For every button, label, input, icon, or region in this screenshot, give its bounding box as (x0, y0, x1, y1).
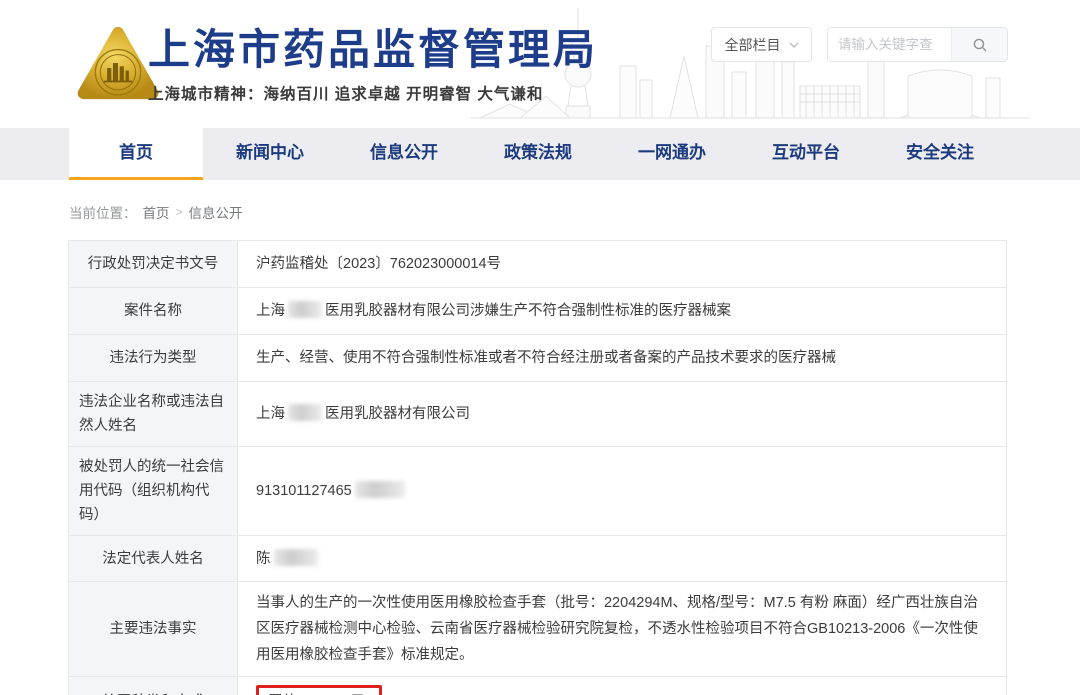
main-nav: 首页 新闻中心 信息公开 政策法规 一网通办 互动平台 安全关注 (0, 128, 1080, 180)
breadcrumb-prefix: 当前位置： (69, 202, 137, 222)
table-row-company-name: 违法企业名称或违法自然人姓名 上海医用乳胶器材有限公司 (69, 382, 1006, 447)
table-row-case-name: 案件名称 上海医用乳胶器材有限公司涉嫌生产不符合强制性标准的医疗器械案 (69, 288, 1006, 335)
site-title-block: 上海市药品监督管理局 上海城市精神：海纳百川 追求卓越 开明睿智 大气谦和 (148, 26, 598, 104)
breadcrumb-separator: > (176, 205, 183, 219)
penalty-detail-table: 行政处罚决定书文号 沪药监稽处〔2023〕762023000014号 案件名称 … (68, 240, 1007, 695)
table-row-penalty-type: 处罚种类和方式 ,罚款(599500元) (69, 677, 1006, 695)
nav-item-home[interactable]: 首页 (69, 128, 203, 180)
redaction-blur (355, 481, 405, 498)
row-label: 处罚种类和方式 (69, 677, 238, 695)
category-dropdown-label: 全部栏目 (725, 35, 781, 55)
row-label: 主要违法事实 (69, 582, 238, 676)
search-box (827, 27, 1008, 62)
redaction-blur (288, 404, 322, 421)
nav-item-online-services[interactable]: 一网通办 (605, 128, 739, 180)
row-label: 违法行为类型 (69, 335, 238, 381)
site-header: 上海市药品监督管理局 上海城市精神：海纳百川 追求卓越 开明睿智 大气谦和 全部… (0, 0, 1080, 128)
row-value: 当事人的生产的一次性使用医用橡胶检查手套（批号：2204294M、规格/型号：M… (238, 582, 1006, 676)
nav-item-interaction[interactable]: 互动平台 (739, 128, 873, 180)
chevron-down-icon (789, 40, 799, 50)
row-value: 沪药监稽处〔2023〕762023000014号 (238, 241, 1006, 287)
page: 上海市药品监督管理局 上海城市精神：海纳百川 追求卓越 开明睿智 大气谦和 全部… (0, 0, 1080, 695)
breadcrumb: 当前位置： 首页 > 信息公开 (69, 202, 1080, 222)
main-nav-items: 首页 新闻中心 信息公开 政策法规 一网通办 互动平台 安全关注 (69, 128, 1080, 180)
row-label: 违法企业名称或违法自然人姓名 (69, 382, 238, 446)
redaction-blur (274, 549, 318, 566)
search-button[interactable] (951, 28, 1007, 61)
row-value: 913101127465 (238, 447, 1006, 535)
table-row-credit-code: 被处罚人的统一社会信用代码（组织机构代码） 913101127465 (69, 447, 1006, 536)
nav-item-policies[interactable]: 政策法规 (471, 128, 605, 180)
row-value: 上海医用乳胶器材有限公司 (238, 382, 1006, 446)
category-dropdown[interactable]: 全部栏目 (711, 27, 812, 62)
search-icon (972, 37, 988, 53)
search-area: 全部栏目 (711, 27, 1008, 62)
row-value: 上海医用乳胶器材有限公司涉嫌生产不符合强制性标准的医疗器械案 (238, 288, 1006, 334)
table-row-violation-type: 违法行为类型 生产、经营、使用不符合强制性标准或者不符合经注册或者备案的产品技术… (69, 335, 1006, 382)
row-value: ,罚款(599500元) (238, 677, 1006, 695)
site-slogan: 上海城市精神：海纳百川 追求卓越 开明睿智 大气谦和 (148, 82, 598, 104)
penalty-amount-highlight-box: ,罚款(599500元) (256, 685, 382, 695)
nav-item-info-disclosure[interactable]: 信息公开 (337, 128, 471, 180)
search-input[interactable] (828, 28, 951, 61)
redaction-blur (288, 301, 322, 318)
row-label: 法定代表人姓名 (69, 536, 238, 581)
site-title: 上海市药品监督管理局 (148, 26, 598, 74)
row-value: 生产、经营、使用不符合强制性标准或者不符合经注册或者备案的产品技术要求的医疗器械 (238, 335, 1006, 381)
row-label: 案件名称 (69, 288, 238, 334)
breadcrumb-home-link[interactable]: 首页 (143, 202, 170, 222)
table-row-legal-representative: 法定代表人姓名 陈 (69, 536, 1006, 582)
row-label: 行政处罚决定书文号 (69, 241, 238, 287)
nav-item-news[interactable]: 新闻中心 (203, 128, 337, 180)
table-row-decision-number: 行政处罚决定书文号 沪药监稽处〔2023〕762023000014号 (69, 241, 1006, 288)
breadcrumb-current[interactable]: 信息公开 (189, 202, 243, 222)
row-label: 被处罚人的统一社会信用代码（组织机构代码） (69, 447, 238, 535)
nav-item-safety[interactable]: 安全关注 (873, 128, 1007, 180)
table-row-main-facts: 主要违法事实 当事人的生产的一次性使用医用橡胶检查手套（批号：2204294M、… (69, 582, 1006, 677)
row-value: 陈 (238, 536, 1006, 581)
